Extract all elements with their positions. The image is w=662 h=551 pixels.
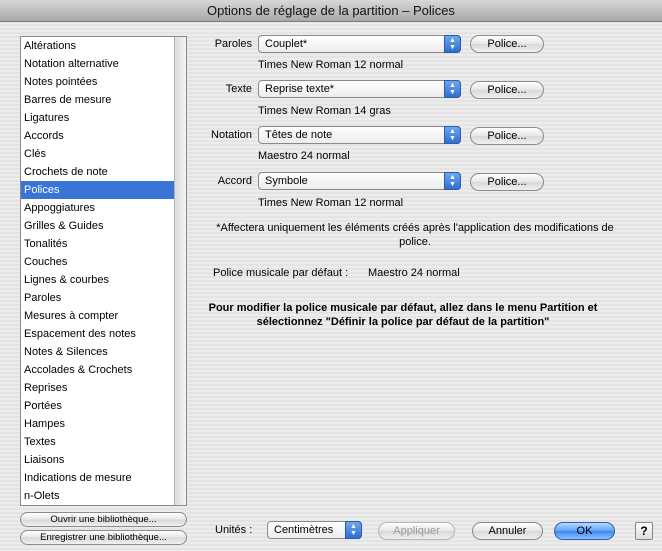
category-item[interactable]: Couches (21, 253, 186, 271)
dialog-body: Altérations Notation alternative Notes poi… (0, 22, 662, 551)
category-item[interactable]: Paroles (21, 289, 186, 307)
font-row-label-texte: Texte (225, 83, 252, 95)
modification-note: *Affectera uniquement les éléments créés… (216, 222, 614, 248)
category-item[interactable]: Notation alternative (21, 55, 186, 73)
category-item[interactable]: Polices (21, 181, 186, 199)
notation-font-select[interactable]: Têtes de note ▲ ▼ (258, 126, 461, 144)
category-item[interactable]: Crochets de note (21, 163, 186, 181)
updown-arrows-icon: ▲ ▼ (444, 80, 461, 98)
notation-font-info: Maestro 24 normal (258, 150, 350, 162)
category-item[interactable]: Appoggiatures (21, 199, 186, 217)
font-row-label-notation: Notation (211, 129, 252, 141)
category-item[interactable]: Espacement des notes (21, 325, 186, 343)
category-item[interactable]: Accords (21, 127, 186, 145)
category-items: Altérations Notation alternative Notes poi… (21, 37, 186, 505)
category-item[interactable]: Clés (21, 145, 186, 163)
updown-arrows-icon: ▲ ▼ (444, 126, 461, 144)
category-item[interactable]: Tonalités (21, 235, 186, 253)
accord-font-select[interactable]: Symbole ▲ ▼ (258, 172, 461, 190)
category-item[interactable]: Accolades & Crochets (21, 361, 186, 379)
category-item[interactable]: Reprises (21, 379, 186, 397)
help-icon[interactable]: ? (635, 522, 653, 540)
notation-font-button[interactable]: Police... (470, 127, 544, 145)
category-item[interactable]: Lignes & courbes (21, 271, 186, 289)
texte-font-info: Times New Roman 14 gras (258, 105, 391, 117)
paroles-font-select-value: Couplet* (265, 38, 308, 50)
category-scrollbar[interactable] (174, 37, 186, 505)
category-item[interactable]: Hampes (21, 415, 186, 433)
apply-button[interactable]: Appliquer (378, 522, 455, 540)
category-item[interactable]: Indications de mesure (21, 469, 186, 487)
paroles-font-select[interactable]: Couplet* ▲ ▼ (258, 35, 461, 53)
category-item[interactable]: Barres de mesure (21, 91, 186, 109)
units-select[interactable]: Centimètres ▲ ▼ (267, 521, 362, 539)
category-item[interactable]: Mesures à compter (21, 307, 186, 325)
texte-font-select-value: Reprise texte* (265, 83, 335, 95)
category-item[interactable]: Ligatures (21, 109, 186, 127)
notation-font-select-value: Têtes de note (265, 129, 333, 141)
category-item[interactable]: Notes & Silences (21, 343, 186, 361)
category-item[interactable]: Notes pointées (21, 73, 186, 91)
ok-button[interactable]: OK (554, 522, 615, 540)
font-row-label-accord: Accord (217, 175, 252, 187)
category-item[interactable]: Textes (21, 433, 186, 451)
category-item[interactable]: n-Olets (21, 487, 186, 505)
texte-font-select[interactable]: Reprise texte* ▲ ▼ (258, 80, 461, 98)
accord-font-info: Times New Roman 12 normal (258, 197, 404, 209)
default-font-value: Maestro 24 normal (368, 267, 460, 279)
category-item[interactable]: Altérations (21, 37, 186, 55)
updown-arrows-icon: ▲ ▼ (444, 35, 461, 53)
texte-font-button[interactable]: Police... (470, 81, 544, 99)
open-library-button[interactable]: Ouvrir une bibliothèque... (20, 512, 187, 527)
units-label: Unités : (215, 524, 253, 536)
window-title: Options de réglage de la partition – Pol… (0, 0, 662, 22)
default-font-label: Police musicale par défaut : (213, 267, 349, 279)
paroles-font-info: Times New Roman 12 normal (258, 59, 404, 71)
paroles-font-button[interactable]: Police... (470, 35, 544, 53)
category-list[interactable]: Altérations Notation alternative Notes poi… (20, 36, 187, 506)
accord-font-button[interactable]: Police... (470, 173, 544, 191)
font-row-label-paroles: Paroles (214, 38, 252, 50)
category-item[interactable]: Portées (21, 397, 186, 415)
default-font-instruction: Pour modifier la police musicale par déf… (208, 302, 598, 328)
units-select-value: Centimètres (274, 524, 334, 536)
category-item[interactable]: Grilles & Guides (21, 217, 186, 235)
updown-arrows-icon: ▲ ▼ (444, 172, 461, 190)
save-library-button[interactable]: Enregistrer une bibliothèque... (20, 530, 187, 545)
accord-font-select-value: Symbole (265, 175, 308, 187)
cancel-button[interactable]: Annuler (472, 522, 543, 540)
category-item[interactable]: Liaisons (21, 451, 186, 469)
updown-arrows-icon: ▲ ▼ (345, 521, 362, 539)
